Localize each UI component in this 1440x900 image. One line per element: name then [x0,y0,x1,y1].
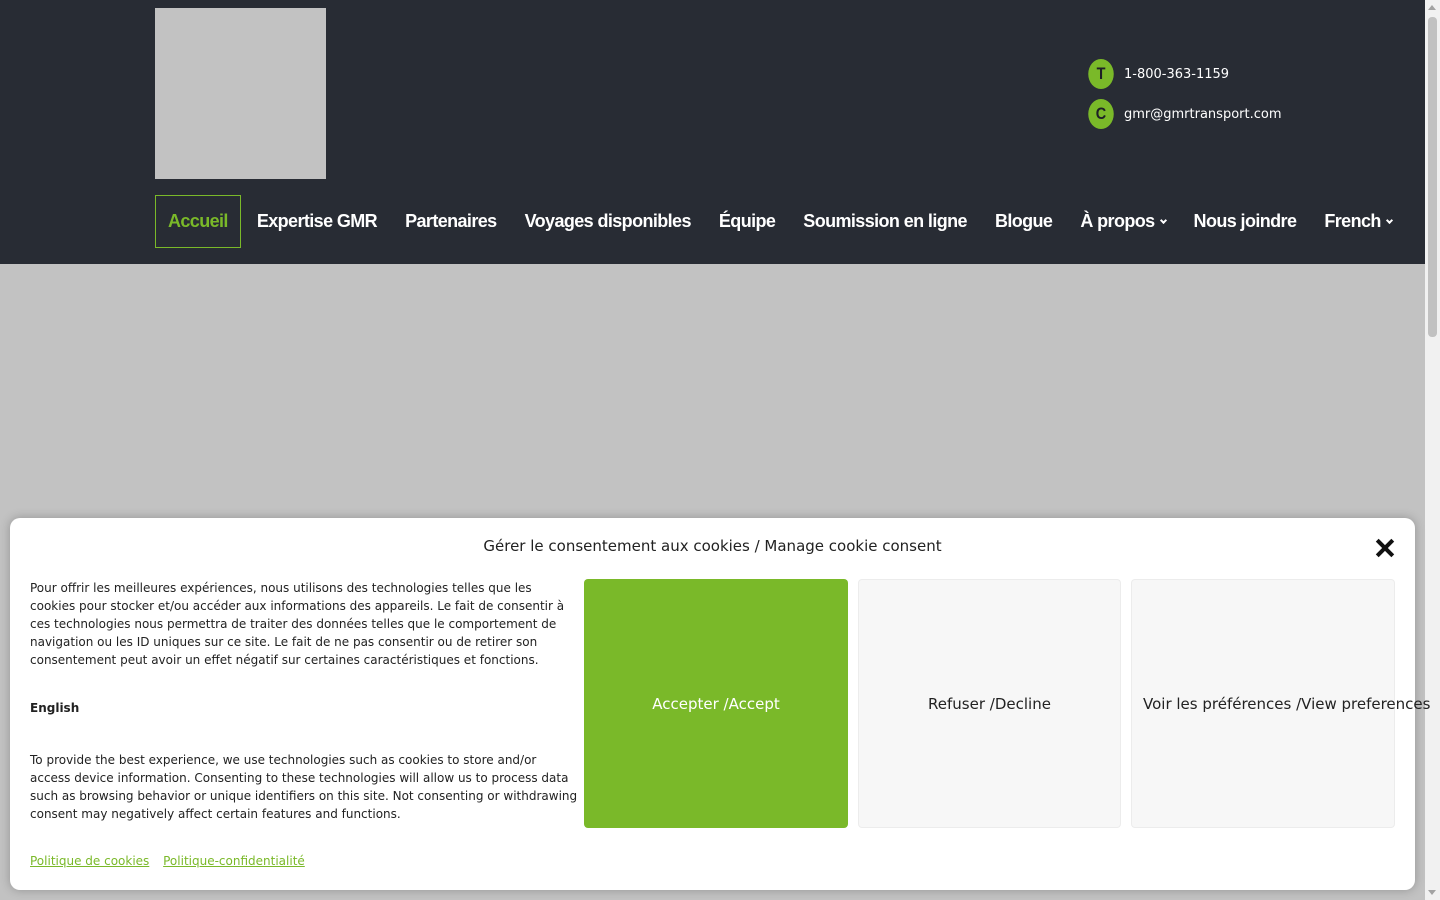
email-badge-icon: C [1088,99,1114,129]
chevron-down-icon [1385,216,1393,224]
cookie-policy-link[interactable]: Politique de cookies [30,854,149,868]
nav-item-expertise[interactable]: Expertise GMR [245,195,389,248]
contact-phone[interactable]: T 1-800-363-1159 [1086,59,1229,89]
close-icon[interactable] [1375,538,1395,558]
site-logo[interactable] [155,8,326,179]
decline-button[interactable]: Refuser /Decline [858,579,1121,828]
nav-item-soumission[interactable]: Soumission en ligne [791,195,979,248]
nav-item-language[interactable]: French [1312,195,1403,248]
phone-number[interactable]: 1-800-363-1159 [1124,67,1229,82]
english-heading: English [30,701,80,715]
scroll-up-icon[interactable] [1428,5,1436,10]
scrollbar-thumb[interactable] [1428,17,1437,337]
site-header: T 1-800-363-1159 C gmr@gmrtransport.com … [0,0,1425,264]
accept-button[interactable]: Accepter /Accept [584,579,848,828]
dialog-title: Gérer le consentement aux cookies / Mana… [483,537,942,555]
consent-text-english: To provide the best experience, we use t… [30,753,578,821]
nav-item-blogue[interactable]: Blogue [983,195,1064,248]
main-nav: Accueil Expertise GMR Partenaires Voyage… [155,195,1408,248]
page-scrollbar[interactable] [1425,0,1440,900]
view-preferences-button[interactable]: Voir les préférences /View preferences [1131,579,1430,828]
scroll-down-icon[interactable] [1428,890,1436,895]
contact-email[interactable]: C gmr@gmrtransport.com [1086,99,1282,129]
nav-item-a-propos[interactable]: À propos [1068,195,1177,248]
consent-text-french: Pour offrir les meilleures expériences, … [30,581,565,667]
chevron-down-icon [1159,216,1167,224]
email-address[interactable]: gmr@gmrtransport.com [1124,107,1282,122]
nav-item-voyages[interactable]: Voyages disponibles [513,195,703,248]
phone-badge-icon: T [1088,59,1114,89]
nav-item-nous-joindre[interactable]: Nous joindre [1182,195,1309,248]
nav-item-accueil[interactable]: Accueil [155,195,241,248]
privacy-policy-link[interactable]: Politique-confidentialité [163,854,305,868]
nav-item-equipe[interactable]: Équipe [707,195,787,248]
nav-item-partenaires[interactable]: Partenaires [393,195,508,248]
policy-links: Politique de cookies Politique-confident… [30,854,315,868]
cookie-consent-dialog: Gérer le consentement aux cookies / Mana… [10,518,1430,890]
